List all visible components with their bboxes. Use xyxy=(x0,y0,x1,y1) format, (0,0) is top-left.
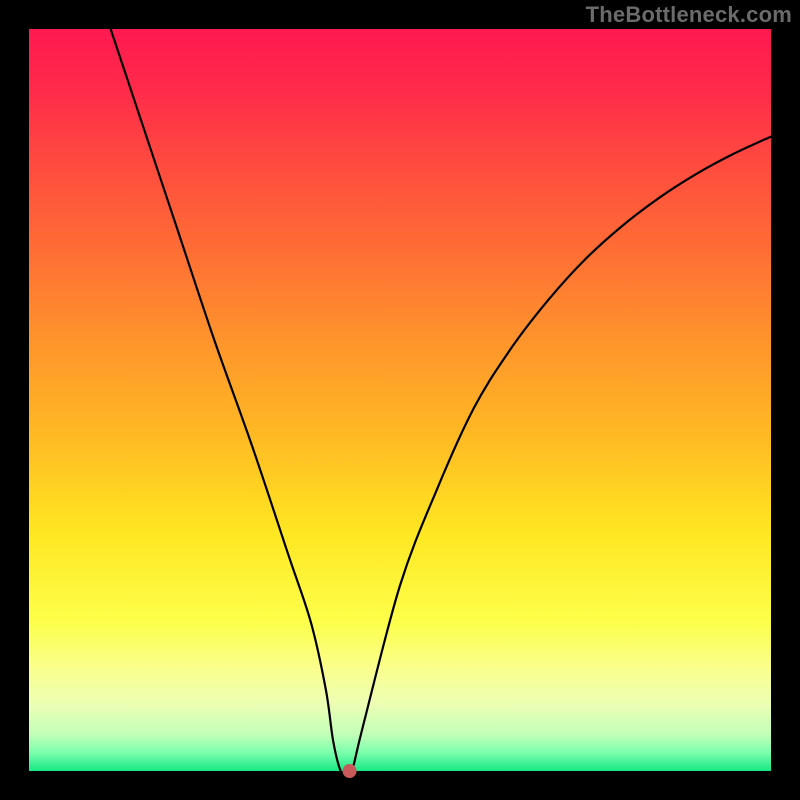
frame-left xyxy=(0,0,29,800)
optimal-point-marker xyxy=(343,764,357,778)
frame-right xyxy=(771,0,800,800)
chart-container: TheBottleneck.com xyxy=(0,0,800,800)
frame-bottom xyxy=(0,771,800,800)
watermark-text: TheBottleneck.com xyxy=(586,2,792,28)
plot-background xyxy=(29,29,771,771)
bottleneck-chart xyxy=(0,0,800,800)
